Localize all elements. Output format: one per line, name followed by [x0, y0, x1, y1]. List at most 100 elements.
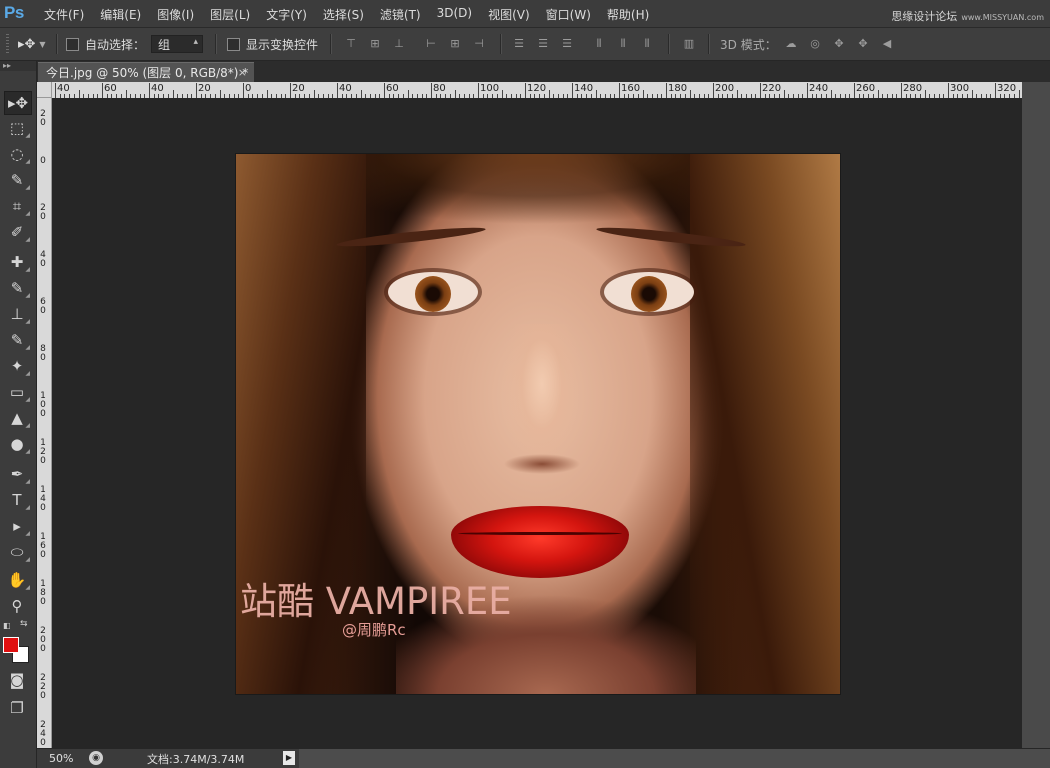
show-transform-label: 显示变换控件 — [246, 37, 319, 52]
toolbox-collapse-icon[interactable]: ▸▸ — [0, 61, 36, 71]
ruler-major-tick — [995, 83, 996, 98]
ruler-h-label: 40 — [57, 83, 70, 94]
image-caption-author: @周鹏Rc — [342, 621, 406, 639]
ruler-minor-tick — [642, 90, 644, 98]
distribute-left-icon[interactable]: ⫴ — [592, 37, 606, 51]
align-left-icon[interactable]: ⊢ — [424, 37, 438, 51]
menu-image[interactable]: 图像(I) — [157, 6, 194, 23]
document-image[interactable]: 站酷 VAMPIREE @周鹏Rc — [236, 154, 840, 694]
distribute-hcenter-icon[interactable]: ⫴ — [616, 37, 630, 51]
left-iris — [415, 276, 451, 312]
pen-tool-icon[interactable]: ✒ ◢ — [4, 463, 30, 485]
clone-stamp-tool-icon[interactable]: ⊥ ◢ — [4, 303, 30, 325]
orbit-3d-icon[interactable]: ☁ — [784, 37, 798, 51]
foreground-color-swatch[interactable] — [3, 637, 19, 653]
hair-right — [690, 154, 840, 694]
menu-filter[interactable]: 滤镜(T) — [380, 6, 421, 23]
close-icon[interactable]: × — [238, 66, 247, 79]
marquee-tool-icon[interactable]: ⬚ ◢ — [4, 117, 30, 139]
horizontal-ruler[interactable]: 40 60 40 20 0 20 40 60 80 100 120 140 160 180 200 220 24… — [52, 82, 1022, 99]
menu-file[interactable]: 文件(F) — [44, 6, 84, 23]
options-divider — [56, 34, 58, 54]
type-tool-icon[interactable]: T ◢ — [4, 489, 30, 511]
show-transform-checkbox[interactable] — [227, 37, 240, 51]
align-top-icon[interactable]: ⊤ — [344, 37, 358, 51]
eyedropper-tool-icon[interactable]: ✐ ◢ — [4, 221, 30, 243]
options-grip[interactable] — [6, 34, 9, 54]
ruler-major-tick — [525, 83, 526, 98]
pan-3d-icon[interactable]: ✥ — [832, 37, 846, 51]
move-tool-icon[interactable]: ▸✥ — [4, 91, 32, 115]
status-info-icon[interactable]: ◉ — [89, 751, 103, 765]
ruler-major-tick — [619, 83, 620, 98]
horizontal-scrollbar[interactable] — [299, 749, 1050, 768]
slide-3d-icon[interactable]: ✥ — [856, 37, 870, 51]
ruler-major-tick — [243, 83, 244, 98]
eraser-tool-icon[interactable]: ✦ ◢ — [4, 355, 30, 377]
menu-help[interactable]: 帮助(H) — [607, 6, 649, 23]
crop-tool-icon[interactable]: ⌗ ◢ — [4, 195, 30, 217]
menu-layer[interactable]: 图层(L) — [210, 6, 250, 23]
menu-window[interactable]: 窗口(W) — [546, 6, 591, 23]
ellipse-tool-icon[interactable]: ⬭ ◢ — [4, 541, 30, 563]
auto-select-select[interactable]: 组 ▴ — [151, 35, 203, 53]
ruler-h-label: 220 — [762, 83, 782, 94]
menu-3d[interactable]: 3D(D) — [437, 6, 472, 23]
ruler-h-label: 280 — [903, 83, 923, 94]
align-vcenter-icon[interactable]: ⊞ — [368, 37, 382, 51]
menu-view[interactable]: 视图(V) — [488, 6, 530, 23]
photoshop-logo: Ps — [4, 3, 24, 22]
align-bottom-icon[interactable]: ⊥ — [392, 37, 406, 51]
camera-3d-icon[interactable]: ◀ — [880, 37, 894, 51]
auto-align-icon[interactable]: ▥ — [682, 37, 696, 51]
default-colors-icon[interactable]: ◧ — [3, 621, 13, 630]
distribute-bottom-icon[interactable]: ☰ — [560, 37, 574, 51]
zoom-level-field[interactable]: 50% — [39, 751, 83, 766]
ruler-major-tick — [713, 83, 714, 98]
gradient-tool-icon[interactable]: ▭ ◢ — [4, 381, 30, 403]
zoom-tool-icon[interactable]: ⚲ — [4, 595, 30, 617]
brush-tool-icon[interactable]: ✎ ◢ — [4, 277, 30, 299]
dodge-tool-icon[interactable]: ● ◢ — [4, 433, 30, 455]
quick-mask-icon[interactable]: ◙ — [4, 669, 30, 691]
distribute-top-icon[interactable]: ☰ — [512, 37, 526, 51]
auto-select-dropdown[interactable]: 组 ▴ — [151, 28, 203, 60]
show-transform-toggle[interactable]: 显示变换控件 — [227, 28, 318, 60]
vertical-ruler[interactable]: 20 0 20 40 60 80 100 120 140 160 180 200 220 240 — [37, 98, 52, 748]
align-right-icon[interactable]: ⊣ — [472, 37, 486, 51]
blur-tool-icon[interactable]: ▲ ◢ — [4, 407, 30, 429]
lasso-tool-icon[interactable]: ◌ ◢ — [4, 143, 30, 165]
ruler-v-label: 80 — [40, 344, 46, 363]
menu-type[interactable]: 文字(Y) — [266, 6, 307, 23]
toolbox: ▸▸ ▸✥ ⬚ ◢ ◌ ◢ ✎ ◢ ⌗ ◢ ✐ ◢ ✚ ◢ ✎ ◢ ⊥ ◢ ✎ ◢ ✦ ◢ ▭ ◢ ▲… — [0, 61, 37, 768]
lip-line — [458, 532, 622, 535]
screen-mode-icon[interactable]: ❐ — [4, 697, 30, 719]
ruler-h-label: 80 — [433, 83, 446, 94]
options-bar: ▸✥ ▼ 自动选择： 组 ▴ 显示变换控件 ⊤ ⊞ ⊥ ⊢ ⊞ ⊣ ☰ ☰ ☰ … — [0, 28, 1050, 61]
ruler-major-tick — [196, 83, 197, 98]
auto-select-toggle[interactable]: 自动选择： — [66, 28, 145, 60]
roll-3d-icon[interactable]: ◎ — [808, 37, 822, 51]
distribute-vcenter-icon[interactable]: ☰ — [536, 37, 550, 51]
auto-select-checkbox[interactable] — [66, 37, 79, 51]
document-tab[interactable]: 今日.jpg @ 50% (图层 0, RGB/8*) * × — [38, 62, 254, 82]
status-menu-arrow-icon[interactable]: ▶ — [283, 751, 295, 765]
path-select-tool-icon[interactable]: ▸ ◢ — [4, 515, 30, 537]
swap-colors-icon[interactable]: ⇆ — [20, 619, 30, 629]
menu-bar: Ps 文件(F) 编辑(E) 图像(I) 图层(L) 文字(Y) 选择(S) 滤… — [0, 0, 1050, 28]
ruler-minor-tick — [219, 90, 221, 98]
ruler-minor-tick — [689, 90, 691, 98]
tool-preset-picker[interactable]: ▸✥ ▼ — [18, 28, 46, 60]
healing-brush-tool-icon[interactable]: ✚ ◢ — [4, 251, 30, 273]
ruler-origin[interactable] — [37, 82, 52, 98]
menu-select[interactable]: 选择(S) — [323, 6, 364, 23]
distribute-right-icon[interactable]: ⫴ — [640, 37, 654, 51]
history-brush-tool-icon[interactable]: ✎ ◢ — [4, 329, 30, 351]
align-hcenter-icon[interactable]: ⊞ — [448, 37, 462, 51]
hand-tool-icon[interactable]: ✋ ◢ — [4, 569, 30, 591]
options-divider — [330, 34, 332, 54]
vertical-scrollbar[interactable] — [1022, 82, 1050, 748]
quick-select-tool-icon[interactable]: ✎ ◢ — [4, 169, 30, 191]
ruler-h-label: 40 — [339, 83, 352, 94]
menu-edit[interactable]: 编辑(E) — [100, 6, 141, 23]
